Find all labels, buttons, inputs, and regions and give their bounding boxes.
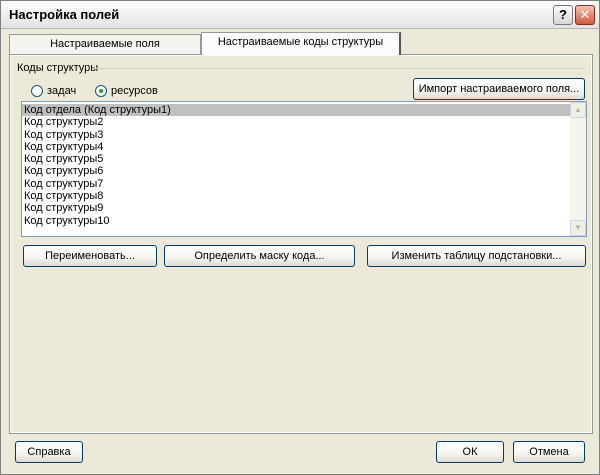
list-item[interactable]: Код структуры6 — [22, 165, 570, 177]
ok-button[interactable]: ОК — [436, 441, 504, 463]
group-divider — [93, 68, 585, 69]
dialog-window: Настройка полей ? ✕ Настраиваемые поля Н… — [0, 0, 600, 475]
define-code-mask-button[interactable]: Определить маску кода... — [164, 245, 355, 267]
chevron-down-icon[interactable]: ▼ — [570, 220, 586, 236]
tab-custom-outline-codes[interactable]: Настраиваемые коды структуры — [201, 32, 401, 55]
radio-resources[interactable]: ресурсов — [95, 84, 158, 98]
import-custom-field-button[interactable]: Импорт настраиваемого поля... — [413, 78, 585, 100]
group-label-outline-codes: Коды структуры — [17, 62, 99, 74]
close-button[interactable]: ✕ — [575, 5, 595, 25]
list-item[interactable]: Код структуры9 — [22, 202, 570, 214]
radio-resources-label: ресурсов — [111, 85, 158, 97]
radio-tasks-label: задач — [47, 85, 77, 97]
tab-panel-body: Коды структуры задач ресурсов Импорт нас… — [11, 56, 591, 432]
help-title-button[interactable]: ? — [553, 5, 573, 25]
outline-codes-list[interactable]: Код отдела (Код структуры1) Код структур… — [21, 101, 587, 237]
list-item[interactable]: Код отдела (Код структуры1) — [22, 104, 570, 117]
radio-tasks[interactable]: задач — [31, 84, 76, 98]
list-scrollbar[interactable]: ▲ ▼ — [570, 102, 586, 236]
list-item[interactable]: Код структуры4 — [22, 141, 570, 153]
help-button[interactable]: Справка — [15, 441, 83, 463]
list-items: Код отдела (Код структуры1) Код структур… — [22, 102, 570, 236]
list-item[interactable]: Код структуры2 — [22, 116, 570, 128]
list-item[interactable]: Код структуры5 — [22, 153, 570, 165]
edit-lookup-table-button[interactable]: Изменить таблицу подстановки... — [367, 245, 586, 267]
radio-resources-indicator[interactable] — [95, 85, 107, 97]
tab-strip: Настраиваемые поля Настраиваемые коды ст… — [9, 32, 593, 55]
rename-button[interactable]: Переименовать... — [23, 245, 157, 267]
list-item[interactable]: Код структуры7 — [22, 178, 570, 190]
cancel-button[interactable]: Отмена — [513, 441, 585, 463]
window-title: Настройка полей — [9, 7, 120, 22]
list-item[interactable]: Код структуры8 — [22, 190, 570, 202]
list-item[interactable]: Код структуры3 — [22, 129, 570, 141]
list-item[interactable]: Код структуры10 — [22, 215, 570, 227]
radio-tasks-indicator[interactable] — [31, 85, 43, 97]
chevron-up-icon[interactable]: ▲ — [570, 102, 586, 118]
tab-custom-fields[interactable]: Настраиваемые поля — [9, 34, 201, 54]
title-bar[interactable]: Настройка полей ? ✕ — [1, 1, 599, 29]
tab-panel: Коды структуры задач ресурсов Импорт нас… — [9, 54, 593, 434]
